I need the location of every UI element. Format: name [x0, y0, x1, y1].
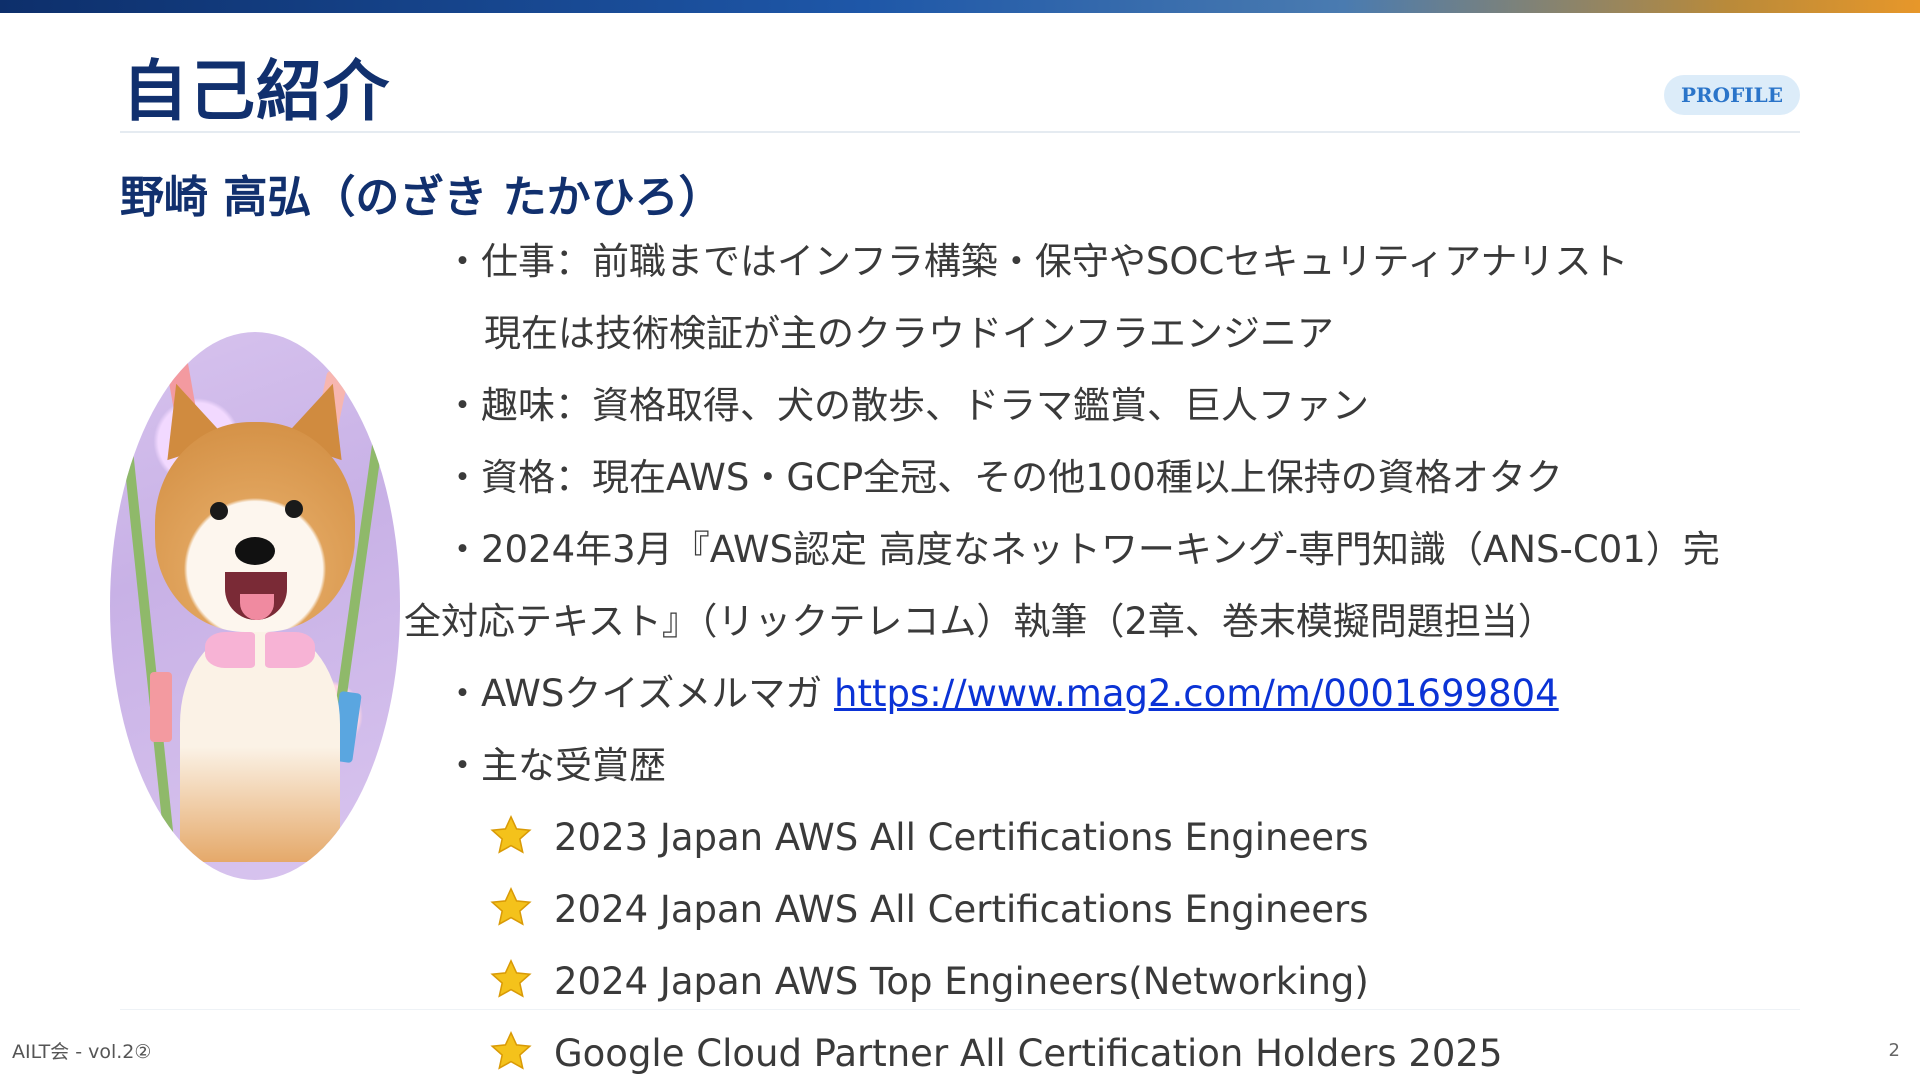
page-number: 2	[1888, 1040, 1900, 1061]
footer-divider	[120, 1009, 1800, 1010]
work-line: ・仕事：前職まではインフラ構築・保守やSOCセキュリティアナリスト	[444, 240, 1629, 283]
book-line: ・2024年3月『AWS認定 高度なネットワーキング-専門知識（ANS-C01）…	[444, 528, 1720, 571]
award-text: 2024 Japan AWS Top Engineers(Networking)	[554, 960, 1369, 1003]
star-icon	[490, 1030, 532, 1070]
dog-eye	[285, 500, 303, 518]
star-icon	[490, 886, 532, 926]
newsletter-line: ・AWSクイズメルマガ https://www.mag2.com/m/00016…	[444, 658, 1834, 730]
newsletter-link[interactable]: https://www.mag2.com/m/0001699804	[834, 672, 1559, 715]
profile-details: ・仕事：前職まではインフラ構築・保守やSOCセキュリティアナリスト 現在は技術検…	[404, 226, 1834, 1090]
awards-heading: ・主な受賞歴	[444, 744, 666, 787]
speaker-name: 野崎 高弘（のざき たかひろ）	[120, 172, 723, 223]
award-text: 2024 Japan AWS All Certifications Engine…	[554, 888, 1369, 931]
footer-event-label: AILT会 - vol.2②	[12, 1041, 152, 1063]
page-title: 自己紹介	[122, 53, 390, 130]
award-item: 2023 Japan AWS All Certifications Engine…	[444, 802, 1834, 874]
award-text: Google Cloud Partner All Certification H…	[554, 1032, 1503, 1075]
hobby-line: ・趣味：資格取得、犬の散歩、ドラマ鑑賞、巨人ファン	[444, 384, 1369, 427]
star-icon	[490, 814, 532, 854]
star-icon	[490, 958, 532, 998]
profile-badge: PROFILE	[1664, 75, 1800, 115]
title-divider	[120, 131, 1800, 133]
dog-eye	[210, 502, 228, 520]
dog-nose	[235, 537, 275, 565]
profile-photo-shiba-dog	[110, 332, 400, 880]
book-line-continued: 全対応テキスト』（リックテレコム）執筆（2章、巻末模擬問題担当）	[404, 600, 1555, 643]
certification-line: ・資格：現在AWS・GCP全冠、その他100種以上保持の資格オタク	[444, 456, 1563, 499]
work-line-continued: 現在は技術検証が主のクラウドインフラエンジニア	[484, 312, 1334, 355]
award-text: 2023 Japan AWS All Certifications Engine…	[554, 816, 1369, 859]
top-accent-bar	[0, 0, 1920, 13]
award-item: 2024 Japan AWS Top Engineers(Networking)	[444, 946, 1834, 1018]
award-item: 2024 Japan AWS All Certifications Engine…	[444, 874, 1834, 946]
pink-bow-tie	[205, 632, 315, 668]
newsletter-label: ・AWSクイズメルマガ	[444, 672, 835, 715]
award-item: Google Cloud Partner All Certification H…	[444, 1018, 1834, 1090]
tanzaku-decoration	[150, 672, 172, 742]
